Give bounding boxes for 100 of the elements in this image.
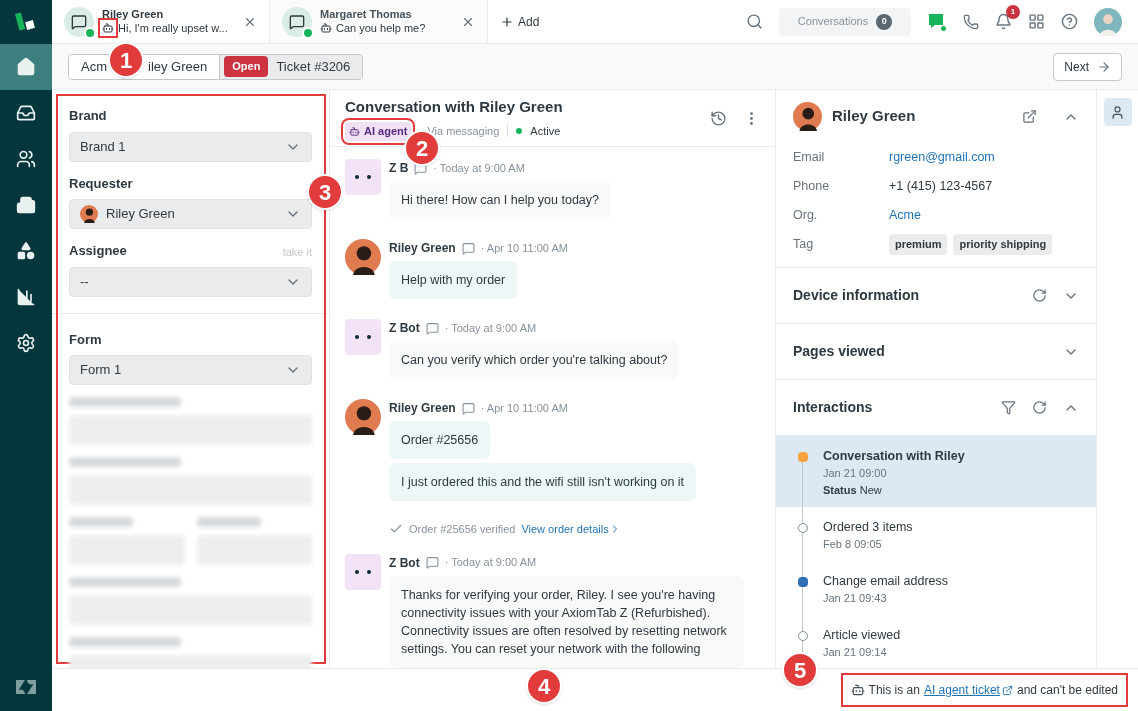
tab-title: Riley Green [102, 7, 165, 22]
objects-icon [16, 241, 36, 261]
view-order-link[interactable]: View order details [521, 521, 621, 538]
tab-title: Margaret Thomas [320, 7, 413, 22]
detail-label: Tag [793, 236, 815, 254]
ticket-tab[interactable]: Margaret Thomas Can you help me? [270, 0, 488, 43]
interaction-time: Feb 8 09:05 [823, 537, 883, 552]
blurred-label [69, 517, 133, 527]
select-field[interactable]: Form 1 [69, 355, 312, 385]
status-badge: Open [224, 56, 269, 77]
interaction-marker [798, 631, 808, 641]
message-icon [425, 321, 439, 335]
section-header[interactable]: Device information [776, 268, 1096, 324]
tab-preview: Can you help me? [336, 21, 426, 36]
detail-link[interactable]: Acme [889, 206, 921, 225]
message-icon [461, 241, 475, 255]
notice-text: This is an [868, 682, 920, 699]
conversations-button[interactable]: Conversations 0 [779, 7, 911, 36]
help-icon[interactable] [1061, 13, 1078, 30]
chat-status-icon[interactable] [927, 11, 947, 32]
external-link-icon [1001, 684, 1013, 696]
tag: priority shipping [953, 234, 1053, 255]
interaction-title: Change email address [823, 573, 949, 590]
bot-avatar [345, 553, 381, 590]
refresh-icon[interactable] [1032, 400, 1047, 415]
message-time: · Today at 9:00 AM [444, 555, 537, 571]
chat-avatar [64, 6, 94, 37]
settings-icon [16, 333, 36, 353]
interaction-marker [798, 523, 808, 533]
views-icon [16, 103, 36, 123]
field-label: Form [69, 330, 102, 349]
chat-avatar [282, 6, 312, 37]
filter-icon[interactable] [1001, 400, 1016, 415]
detail-label: Org. [793, 207, 819, 225]
sender-name: Riley Green [389, 400, 456, 417]
select-field[interactable]: Riley Green [69, 199, 312, 229]
section-title: Pages viewed [793, 342, 886, 361]
section-header[interactable]: Pages viewed [776, 324, 1096, 380]
interaction-item[interactable]: Conversation with Riley Jan 21 09:00 Status New [776, 436, 1096, 507]
interaction-title: Ordered 3 items [823, 519, 913, 536]
ai-agent-ticket-link[interactable]: AI agent ticket [923, 681, 1013, 699]
interaction-item[interactable]: Change email address Jan 21 09:43 [776, 561, 1096, 615]
customer-avatar [345, 239, 381, 275]
status-label: Active [530, 124, 561, 139]
ticket-breadcrumb[interactable]: Open Ticket #3206 [220, 54, 363, 79]
tag: premium [889, 234, 948, 255]
blurred-label [196, 517, 261, 527]
message-bubble: Order #25656 [389, 421, 491, 459]
interaction-time: Jan 21 09:14 [823, 645, 888, 660]
users-icon [16, 149, 36, 169]
add-tab-button[interactable]: Add [488, 0, 552, 43]
apps-grid-icon[interactable] [1028, 13, 1045, 30]
bot-avatar [345, 159, 381, 195]
message-bubble: Hi there! How can I help you today? [389, 181, 612, 219]
message-bubble: Can you verify which order you're talking about? [389, 341, 680, 379]
search-icon[interactable] [746, 13, 763, 30]
detail-label: Phone [793, 178, 831, 196]
zendesk-icon [15, 679, 37, 695]
message-icon [461, 401, 475, 415]
profile-tab[interactable] [1103, 98, 1132, 126]
phone-icon[interactable] [963, 13, 979, 30]
verification-text: Order #25656 verified [409, 522, 516, 537]
count-badge: 0 [876, 13, 893, 30]
history-icon[interactable] [710, 109, 727, 127]
select-field[interactable]: Brand 1 [69, 131, 312, 162]
conversation-title: Conversation with Riley Green [345, 96, 564, 117]
logo-icon [14, 11, 38, 33]
notice-text: and can't be edited [1016, 682, 1118, 699]
plus-icon [500, 14, 514, 29]
refresh-icon[interactable] [1032, 288, 1047, 303]
requester-avatar [80, 205, 98, 223]
customer-avatar [793, 102, 822, 131]
callout-number: 5 [782, 652, 818, 688]
bot-icon [320, 22, 332, 35]
detail-label: Email [793, 149, 826, 167]
field-label: Assignee [69, 242, 127, 260]
next-button[interactable]: Next [1053, 52, 1122, 81]
message-time: · Today at 9:00 AM [444, 320, 537, 336]
customer-name: Riley Green [832, 106, 917, 127]
interaction-time: Jan 21 09:00 [823, 466, 888, 481]
message-bubble: I just ordered this and the wifi still isn't working on it [389, 463, 697, 501]
callout-number: 3 [307, 174, 343, 210]
message-icon [425, 556, 439, 569]
interaction-item[interactable]: Ordered 3 items Feb 8 09:05 [776, 507, 1096, 561]
customer-avatar [345, 399, 381, 435]
sender-name: Z Bot [389, 554, 420, 572]
home-icon [16, 57, 36, 77]
detail-value: +1 (415) 123-4567 [889, 178, 993, 196]
notification-badge: 1 [1006, 5, 1020, 19]
notifications-icon[interactable] [995, 13, 1012, 30]
open-external-icon[interactable] [1022, 109, 1037, 124]
select-field[interactable]: -- [69, 266, 312, 297]
interaction-title: Conversation with Riley [823, 448, 965, 465]
person-icon [1110, 104, 1125, 120]
field-label: Requester [69, 174, 133, 193]
field-label: Brand [69, 107, 107, 125]
message-bubble: Help with my order [389, 261, 518, 299]
detail-link[interactable]: rgreen@gmail.com [889, 148, 995, 167]
sender-name: Z B [389, 160, 409, 177]
interaction-time: Jan 21 09:43 [823, 591, 888, 606]
